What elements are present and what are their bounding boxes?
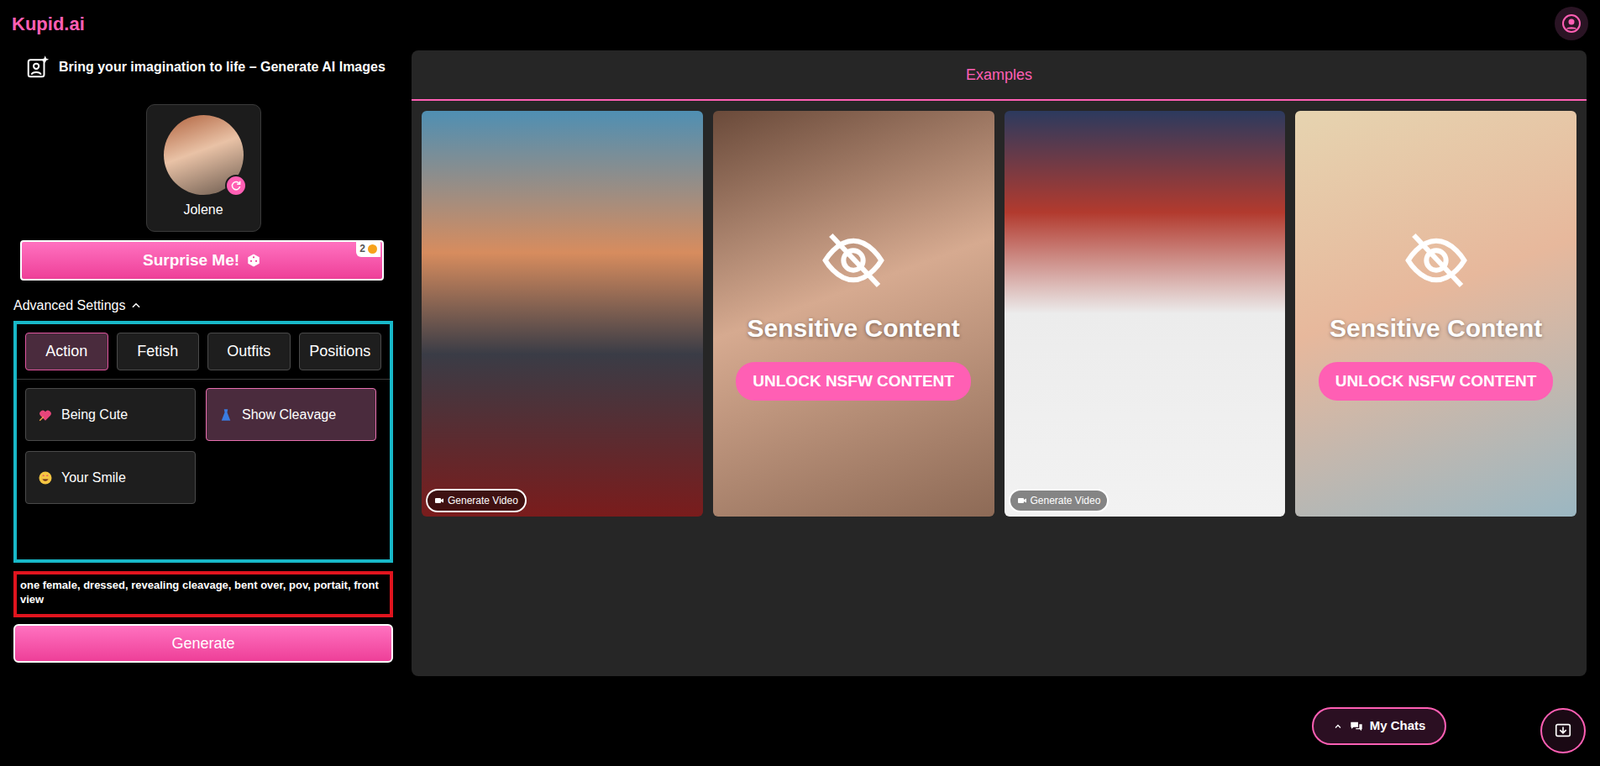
- sensitive-overlay: Sensitive Content UNLOCK NSFW CONTENT: [1295, 110, 1577, 517]
- hearts-icon: [37, 407, 53, 423]
- category-tab[interactable]: Fetish: [116, 332, 200, 371]
- smile-icon: [37, 470, 53, 486]
- character-name: Jolene: [183, 199, 223, 221]
- user-button[interactable]: [1554, 6, 1589, 41]
- video-icon: [434, 495, 445, 506]
- chevron-up-icon: [1332, 721, 1343, 732]
- option-label: Show Cleavage: [241, 404, 336, 425]
- top-bar: Kupid.ai: [0, 0, 1600, 48]
- unlock-button[interactable]: UNLOCK NSFW CONTENT: [735, 361, 971, 402]
- option-label: Being Cute: [61, 404, 128, 425]
- prompt-field[interactable]: one female, dressed, revealing cleavage,…: [13, 571, 394, 618]
- generate-video-button[interactable]: Generate Video: [1008, 488, 1110, 513]
- image-ai-icon: [25, 54, 51, 80]
- character-card[interactable]: Jolene: [146, 104, 262, 232]
- example-card[interactable]: Sensitive Content UNLOCK NSFW CONTENT: [1295, 110, 1577, 517]
- hidden-eye-icon: [1394, 226, 1479, 294]
- advanced-settings-toggle[interactable]: Advanced Settings: [13, 295, 394, 316]
- page-title: Bring your imagination to life – Generat…: [13, 50, 394, 84]
- coin-badge: 2: [356, 240, 381, 258]
- refresh-button[interactable]: [225, 174, 247, 197]
- title-text: Bring your imagination to life – Generat…: [58, 57, 386, 78]
- unlock-button[interactable]: UNLOCK NSFW CONTENT: [1318, 361, 1554, 402]
- category-tab[interactable]: Action: [25, 332, 109, 371]
- settings-panel: ActionFetishOutfitsPositions Being Cute Sh…: [13, 320, 394, 563]
- coin-count: 2: [359, 241, 366, 257]
- video-label: Generate Video: [447, 493, 519, 509]
- option-button[interactable]: Your Smile: [25, 451, 196, 504]
- chat-icon: [1349, 719, 1364, 734]
- dress-icon: [218, 407, 234, 423]
- my-chats-label: My Chats: [1369, 716, 1427, 736]
- my-chats-button[interactable]: My Chats: [1311, 707, 1447, 745]
- surprise-label: Surprise Me!: [142, 248, 240, 273]
- examples-title: Examples: [411, 50, 1587, 101]
- main: Bring your imagination to life – Generat…: [0, 47, 1600, 677]
- option-grid: Being Cute Show Cleavage Your Smile: [16, 379, 390, 513]
- advanced-label: Advanced Settings: [13, 295, 126, 316]
- logo[interactable]: Kupid.ai: [11, 10, 85, 38]
- category-tabs: ActionFetishOutfitsPositions: [16, 324, 390, 380]
- download-icon: [1553, 721, 1573, 740]
- refresh-icon: [230, 179, 242, 192]
- video-label: Generate Video: [1030, 493, 1102, 509]
- character-avatar: [163, 115, 244, 195]
- install-button[interactable]: [1540, 708, 1586, 754]
- generate-button[interactable]: Generate: [13, 624, 394, 663]
- generate-video-button[interactable]: Generate Video: [425, 488, 527, 513]
- hidden-eye-icon: [811, 226, 896, 294]
- video-icon: [1017, 495, 1028, 506]
- surprise-button[interactable]: Surprise Me! 2: [20, 240, 384, 281]
- dice-icon: [246, 252, 262, 268]
- example-card[interactable]: Generate Video: [421, 110, 703, 517]
- chevron-icon: [130, 299, 142, 312]
- option-button[interactable]: Show Cleavage: [205, 388, 377, 441]
- sensitive-label: Sensitive Content: [1329, 309, 1543, 347]
- category-tab[interactable]: Outfits: [207, 332, 291, 371]
- sensitive-overlay: Sensitive Content UNLOCK NSFW CONTENT: [713, 110, 995, 517]
- character-area: Jolene: [13, 104, 394, 232]
- left-panel: Bring your imagination to life – Generat…: [13, 50, 394, 677]
- category-tab[interactable]: Positions: [299, 332, 383, 371]
- option-button[interactable]: Being Cute: [25, 388, 196, 441]
- user-icon: [1561, 13, 1582, 34]
- option-label: Your Smile: [61, 467, 126, 488]
- example-cards: Generate Video Sensitive Content UNLOCK NS…: [411, 100, 1587, 527]
- sensitive-label: Sensitive Content: [746, 309, 960, 347]
- example-card[interactable]: Generate Video: [1004, 110, 1286, 517]
- coin-icon: [367, 244, 378, 254]
- example-card[interactable]: Sensitive Content UNLOCK NSFW CONTENT: [713, 110, 995, 517]
- examples-panel: Examples Generate Video Sensitive Content U…: [411, 50, 1587, 677]
